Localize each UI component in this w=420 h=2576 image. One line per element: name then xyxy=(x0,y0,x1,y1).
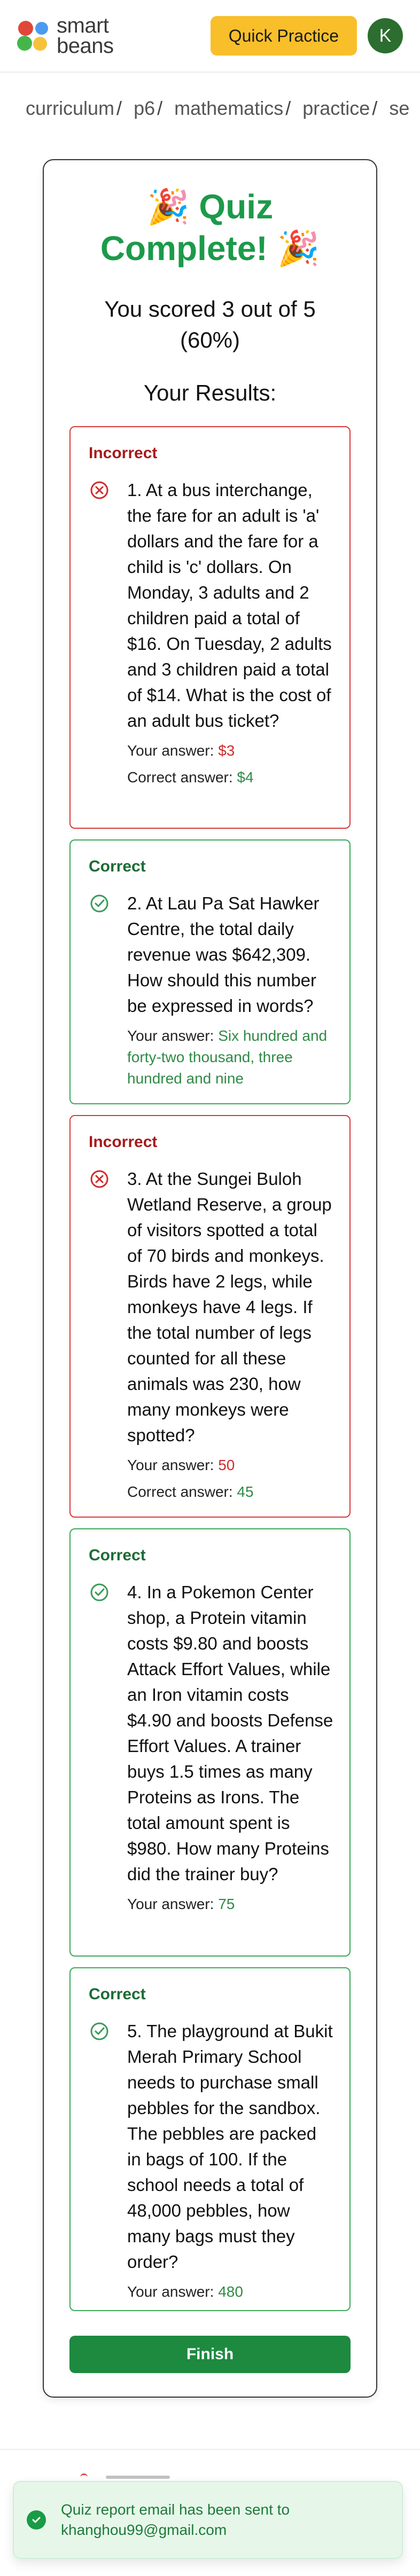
your-answer-value: 480 xyxy=(218,2283,243,2300)
footer-text-fragment xyxy=(106,2476,170,2479)
question-result-2: Correct 2. At Lau Pa Sat Hawker Centre, … xyxy=(69,839,351,1104)
smartbeans-logo[interactable]: smart beans xyxy=(17,14,114,58)
result-status-badge: Correct xyxy=(89,1985,146,2003)
toast-line-1: Quiz report email has been sent to xyxy=(61,2501,290,2518)
question-result-5: Correct 5. The playground at Bukit Merah… xyxy=(69,1967,351,2311)
correct-answer-value: 45 xyxy=(237,1483,254,1500)
incorrect-x-icon xyxy=(90,481,108,499)
results-heading: Your Results: xyxy=(143,380,277,405)
logo-wordmark: smart beans xyxy=(57,14,114,58)
breadcrumb-mathematics[interactable]: mathematics xyxy=(174,97,283,119)
your-answer-value: 50 xyxy=(218,1457,235,1473)
question-result-1: Incorrect 1. At a bus interchange, the f… xyxy=(69,426,351,829)
correct-answer: Correct answer: 45 xyxy=(127,1483,254,1500)
score-line-1: You scored 3 out of 5 xyxy=(104,296,316,321)
breadcrumb-curriculum[interactable]: curriculum xyxy=(26,97,114,119)
footer-logo-fragment xyxy=(80,2473,88,2478)
quiz-results-card: 🎉 Quiz Complete! 🎉 You scored 3 out of 5… xyxy=(43,159,377,2398)
correct-check-icon xyxy=(90,894,108,913)
breadcrumb-current[interactable]: se xyxy=(389,97,409,119)
finish-button[interactable]: Finish xyxy=(69,2336,351,2373)
score-summary: You scored 3 out of 5 (60%) xyxy=(44,294,376,356)
question-text: 2. At Lau Pa Sat Hawker Centre, the tota… xyxy=(127,893,320,1016)
quick-practice-button[interactable]: Quick Practice xyxy=(210,16,357,56)
user-avatar[interactable]: K xyxy=(368,18,403,53)
correct-answer: Correct answer: $4 xyxy=(127,769,254,786)
question-text: 4. In a Pokemon Center shop, a Protein v… xyxy=(127,1582,333,1884)
question-result-3: Incorrect 3. At the Sungei Buloh Wetland… xyxy=(69,1115,351,1518)
question-text: 3. At the Sungei Buloh Wetland Reserve, … xyxy=(127,1169,332,1445)
title-line-1: 🎉 Quiz xyxy=(146,187,274,226)
question-text: 5. The playground at Bukit Merah Primary… xyxy=(127,2021,333,2272)
your-answer-value: $3 xyxy=(218,742,235,759)
result-status-badge: Correct xyxy=(89,858,146,875)
your-answer-value: 75 xyxy=(218,1896,235,1912)
your-answer: Your answer: 50 xyxy=(127,1457,235,1473)
email-sent-toast: Quiz report email has been sent to khang… xyxy=(13,2481,403,2559)
result-status-badge: Incorrect xyxy=(89,1133,158,1151)
result-status-badge: Correct xyxy=(89,1546,146,1564)
footer-divider xyxy=(0,2449,420,2450)
quiz-complete-title: 🎉 Quiz Complete! 🎉 xyxy=(44,186,376,269)
incorrect-x-icon xyxy=(90,1170,108,1188)
top-header: smart beans Quick Practice K xyxy=(0,0,420,73)
title-line-2: Complete! 🎉 xyxy=(100,229,320,268)
toast-message: Quiz report email has been sent to khang… xyxy=(61,2500,290,2540)
your-answer: Your answer: Six hundred and forty-two t… xyxy=(127,1027,328,1087)
logo-dots-icon xyxy=(17,20,52,52)
logo-line-2: beans xyxy=(57,34,114,58)
question-result-4: Correct 4. In a Pokemon Center shop, a P… xyxy=(69,1528,351,1957)
breadcrumb-practice[interactable]: practice xyxy=(302,97,370,119)
score-percentage: (60%) xyxy=(180,327,240,352)
your-answer: Your answer: 75 xyxy=(127,1896,235,1912)
your-answer: Your answer: 480 xyxy=(127,2283,243,2300)
correct-check-icon xyxy=(90,2022,108,2040)
your-answer: Your answer: $3 xyxy=(127,742,235,759)
result-status-badge: Incorrect xyxy=(89,444,158,462)
logo-line-1: smart xyxy=(57,14,109,37)
toast-email: khanghou99@gmail.com xyxy=(61,2522,227,2538)
breadcrumb-p6[interactable]: p6 xyxy=(134,97,155,119)
correct-answer-value: $4 xyxy=(237,769,254,786)
breadcrumb: curriculum / p6/ mathematics / practice / s… xyxy=(26,97,410,119)
success-check-icon xyxy=(27,2510,46,2530)
question-text: 1. At a bus interchange, the fare for an… xyxy=(127,480,332,731)
correct-check-icon xyxy=(90,1583,108,1601)
